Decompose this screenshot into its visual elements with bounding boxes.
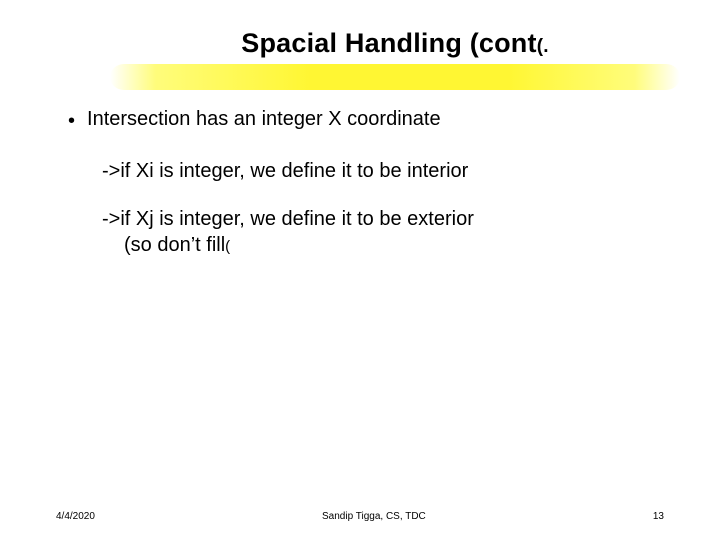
bullet-item: • Intersection has an integer X coordina… — [68, 107, 660, 132]
sub2-pre: (so don — [124, 234, 191, 256]
slide-body: • Intersection has an integer X coordina… — [60, 107, 660, 258]
sub2-post: t fill — [195, 234, 225, 256]
footer-page: 13 — [653, 511, 664, 522]
slide-footer: 4/4/2020 Sandip Tigga, CS, TDC 13 — [0, 511, 720, 522]
bullet-dot-icon: • — [68, 111, 75, 131]
sub-point-1: ->if Xi is integer, we define it to be i… — [102, 158, 660, 184]
sub-point-2: ->if Xj is integer, we define it to be e… — [102, 206, 660, 258]
title-tail: (. — [537, 36, 549, 57]
sub2-line1: ->if Xj is integer, we define it to be e… — [102, 208, 474, 230]
sub2-line2: (so don’t fill( — [124, 232, 660, 258]
bullet-text: Intersection has an integer X coordinate — [87, 107, 441, 132]
slide-title: Spacial Handling (cont(. — [60, 28, 660, 59]
title-area: Spacial Handling (cont(. — [60, 28, 660, 59]
slide: Spacial Handling (cont(. • Intersection … — [0, 0, 720, 540]
footer-author: Sandip Tigga, CS, TDC — [95, 511, 653, 522]
title-highlight — [110, 64, 680, 90]
footer-date: 4/4/2020 — [56, 511, 95, 522]
sub2-tail: ( — [225, 238, 230, 255]
title-text: Spacial Handling (cont — [241, 28, 536, 58]
